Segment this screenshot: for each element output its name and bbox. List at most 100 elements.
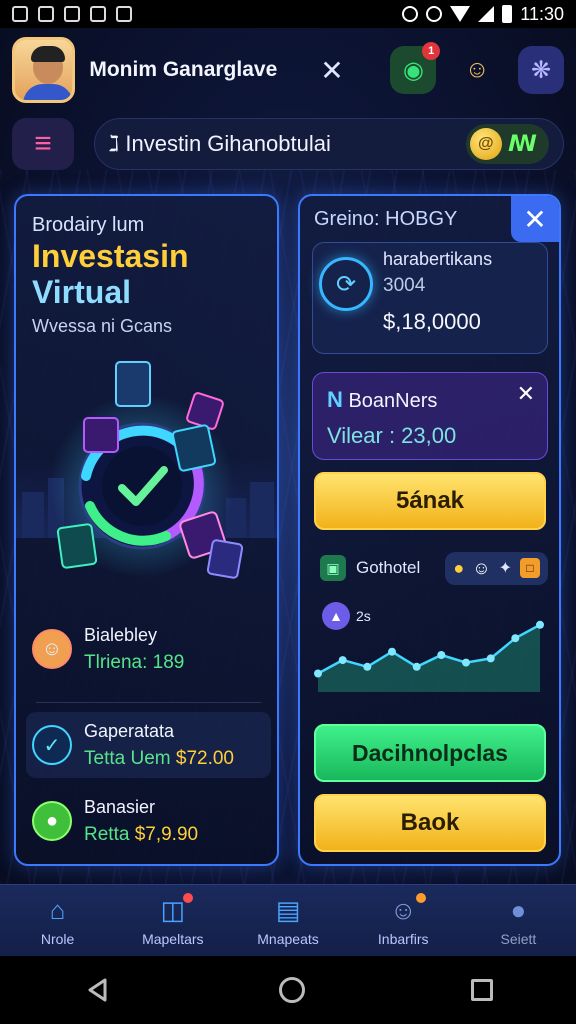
chart-point [437, 651, 446, 659]
pass-value: Vilear : 23,00 [327, 423, 457, 448]
avatar[interactable] [12, 37, 76, 103]
stat-amount: $,18,0000 [383, 309, 481, 334]
gift-icon: □ [520, 558, 540, 578]
sparkle-icon: ✦ [498, 560, 512, 577]
chart-label: 2s [356, 608, 371, 624]
chat-icon: ● [510, 894, 527, 925]
list-item-name: Bialebley [84, 624, 158, 645]
wifi-icon [450, 6, 471, 22]
nav-label: Mapeltars [142, 930, 204, 947]
chart-point [486, 654, 495, 663]
list-item[interactable]: ☺ Bialebley Tlriena: 189 [26, 616, 271, 682]
list-item-value-label: Retta [84, 823, 130, 845]
coin-icon: ● [32, 801, 72, 841]
search-row: ≡ ℷ Investin Gihanobtulai @ ꟿ [0, 112, 576, 176]
chart-point [363, 662, 372, 671]
close-icon[interactable]: ✕ [517, 381, 535, 407]
nav-label: Seiett [500, 930, 537, 947]
goals-row[interactable]: ▣ Gothotel ● ☺ ✦ □ [312, 542, 548, 594]
coin-icon: ● [453, 557, 465, 578]
recents-icon[interactable] [471, 979, 493, 1001]
performance-chart: ▲ 2s [310, 596, 550, 706]
people-icon: ☺ [389, 894, 417, 925]
gear-icon: ❋ [531, 56, 552, 84]
chart-point [412, 662, 421, 671]
chart-icon: ✓ [32, 725, 72, 765]
pass-panel[interactable]: N BoanNers ✕ Vilear : 23,00 [312, 372, 548, 460]
pass-letter: N [327, 387, 343, 412]
nav-item-home[interactable]: ⌂ Nrole [0, 885, 115, 956]
chat-button[interactable]: ◉ 1 [390, 42, 441, 94]
nav-item-notes[interactable]: ▤ Mnapeats [230, 885, 345, 956]
system-nav-bar [0, 956, 576, 1024]
chart-point [338, 656, 347, 665]
wallet-chip[interactable]: @ ꟿ [465, 124, 549, 164]
card-kicker: Brodairy lum [32, 214, 145, 236]
message-icon [90, 6, 106, 22]
do-not-disturb-icon [402, 6, 419, 22]
green-action-button[interactable]: Dacihnolpclas [314, 724, 546, 782]
image-icon [64, 6, 80, 22]
battery-icon [502, 5, 513, 23]
nav-label: Inbarfirs [377, 930, 429, 947]
card-title-line2: Virtual [32, 274, 131, 310]
coin-icon: @ [469, 128, 502, 160]
chart-area [318, 624, 540, 692]
list-item[interactable]: ✓ Gaperatata Tetta Uem $72.00 [26, 712, 271, 778]
goals-label: Gothotel [356, 558, 421, 577]
stat-label: harabertikans [383, 249, 493, 269]
nav-item-chat[interactable]: ● Seiett [461, 885, 576, 956]
nav-item-people[interactable]: ☺ Inbarfirs [346, 885, 461, 956]
people-icon: ☺ [472, 557, 491, 578]
user-badge-icon: ▲ [322, 602, 350, 630]
user-name: Monim Ganarglave [89, 58, 278, 81]
primary-button[interactable]: 5ának [314, 472, 546, 530]
list-item-name: Banasier [84, 796, 156, 817]
close-icon[interactable]: ✕ [318, 54, 347, 87]
chart-point [511, 634, 520, 643]
chat-icon: ◉ [402, 56, 424, 84]
divider [36, 702, 261, 703]
goals-actions[interactable]: ● ☺ ✦ □ [445, 551, 548, 585]
list-item-value-label: Tetta Uem [84, 747, 171, 769]
list-item[interactable]: ● Banasier Retta $7,9.90 [26, 788, 271, 854]
search-input[interactable]: ℷ Investin Gihanobtulai @ ꟿ [94, 118, 564, 170]
upload-icon [12, 6, 28, 22]
chart-point [462, 658, 470, 667]
app-notif-icon [38, 6, 54, 22]
signal-icon [478, 6, 495, 22]
nav-item-markets[interactable]: ◫ Mapeltars [115, 885, 230, 956]
home-icon: ⌂ [49, 894, 66, 925]
back-icon[interactable] [83, 975, 113, 1005]
chart-point [314, 669, 322, 678]
status-bar: 11:30 [0, 0, 576, 28]
chart-point [388, 647, 396, 656]
card-title-line1: Investasin [32, 238, 189, 274]
nav-label: Mnapeats [257, 930, 319, 947]
menu-icon: ≡ [34, 127, 52, 160]
wallet-label: ꟿ [507, 131, 537, 156]
alarm-icon [426, 6, 443, 22]
clock-time: 11:30 [520, 3, 564, 24]
lock-icon [116, 6, 132, 22]
bottom-nav: ⌂ Nrole ◫ Mapeltars ▤ Mnapeats ☺ Inbarfi… [0, 884, 576, 956]
notepad-icon: ▤ [275, 894, 301, 925]
stat-panel: ⟳ harabertikans 3004 $,18,0000 [312, 242, 548, 354]
cube-icon: ◫ [160, 894, 186, 925]
people-icon: ☺ [464, 56, 490, 83]
close-button[interactable]: ✕ [511, 196, 559, 242]
stat-number: 3004 [383, 275, 426, 296]
clock-icon: ⟳ [319, 257, 373, 311]
search-text: ℷ Investin Gihanobtulai [109, 131, 331, 156]
nav-badge [415, 893, 426, 903]
nav-badge [183, 893, 194, 903]
nav-label: Nrole [40, 930, 75, 947]
home-circle-icon[interactable] [279, 977, 305, 1003]
details-card: Greino: HOBGY ✕ ⟳ harabertikans 3004 $,1… [298, 194, 561, 866]
hero-illustration [50, 361, 244, 579]
friends-button[interactable]: ☺ [454, 46, 500, 94]
back-button[interactable]: Baok [314, 794, 546, 852]
settings-button[interactable]: ❋ [518, 46, 565, 94]
menu-button[interactable]: ≡ [12, 118, 74, 170]
app-root: 11:30 Monim Ganarglave ✕ ◉ 1 ☺ ❋ ≡ ℷ Inv… [0, 0, 576, 1024]
